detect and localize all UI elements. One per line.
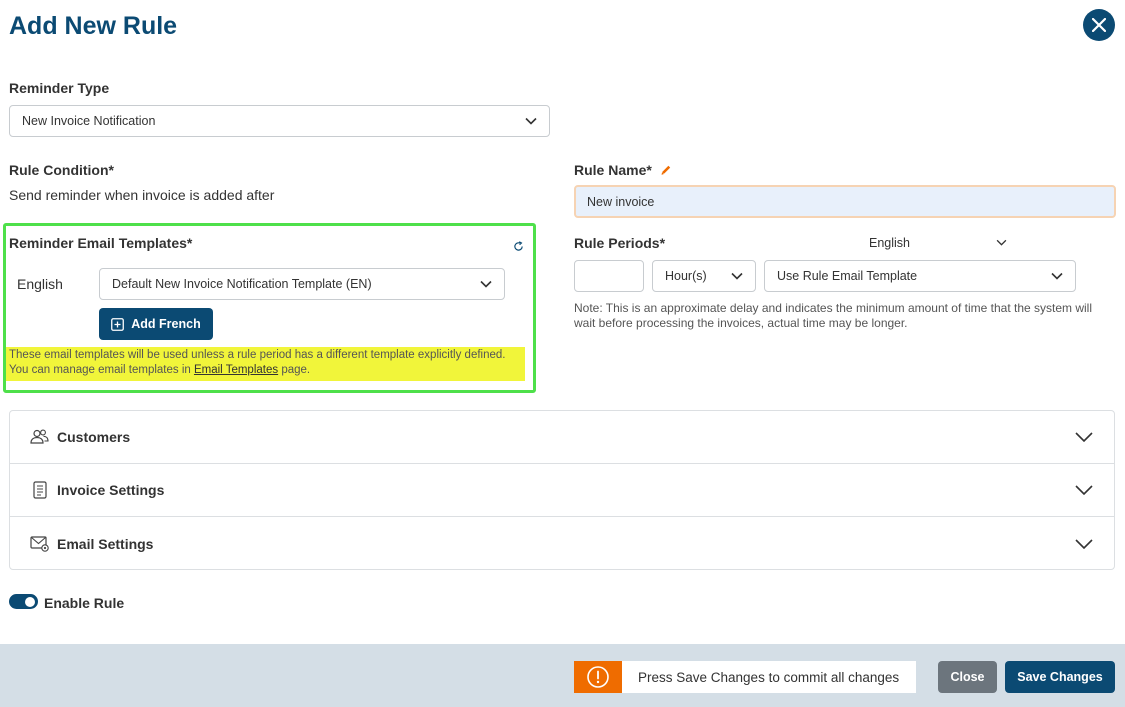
chevron-down-icon: [480, 280, 492, 288]
email-template-value: Default New Invoice Notification Templat…: [112, 277, 372, 291]
customers-icon: [30, 429, 49, 444]
unsaved-changes-text: Press Save Changes to commit all changes: [638, 669, 900, 685]
rule-periods-label: Rule Periods*: [574, 235, 666, 251]
rule-condition-label: Rule Condition*: [9, 162, 114, 178]
unsaved-changes-banner: Press Save Changes to commit all changes: [574, 661, 916, 693]
add-french-button[interactable]: Add French: [99, 308, 213, 340]
section-customers-label: Customers: [57, 429, 131, 445]
enable-rule-label: Enable Rule: [44, 595, 125, 611]
period-unit-select[interactable]: Hour(s): [652, 260, 756, 292]
period-unit-value: Hour(s): [665, 269, 707, 283]
settings-accordion: Customers Invoice Settings Email Setting…: [9, 410, 1115, 570]
close-icon: [1092, 18, 1106, 32]
section-invoice-settings-label: Invoice Settings: [57, 482, 165, 498]
toggle-knob: [25, 596, 35, 607]
period-language-select[interactable]: English: [869, 236, 1007, 250]
info-icon-box: [574, 661, 622, 693]
chevron-down-icon: [1075, 538, 1093, 549]
reminder-type-select[interactable]: New Invoice Notification: [9, 105, 550, 137]
period-template-value: Use Rule Email Template: [777, 269, 918, 283]
chevron-down-icon: [1051, 272, 1063, 280]
section-email-settings-label: Email Settings: [57, 535, 154, 552]
email-templates-link[interactable]: Email Templates: [194, 364, 278, 376]
rule-name-heading: Rule Name*: [574, 162, 672, 178]
add-french-label: Add French: [131, 317, 201, 331]
section-customers[interactable]: Customers: [10, 411, 1114, 464]
rule-name-value: New invoice: [587, 194, 655, 209]
period-amount-input[interactable]: [574, 260, 644, 292]
email-template-select[interactable]: Default New Invoice Notification Templat…: [99, 268, 505, 300]
period-note: Note: This is an approximate delay and i…: [574, 301, 1093, 330]
close-button[interactable]: Close: [938, 661, 997, 693]
chevron-down-icon: [996, 239, 1007, 246]
period-language-value: English: [869, 236, 910, 250]
templates-note: These email templates will be used unles…: [6, 347, 525, 381]
refresh-icon[interactable]: [513, 241, 524, 252]
dialog-title: Add New Rule: [9, 12, 178, 40]
section-email-settings[interactable]: Email Settings: [10, 517, 1114, 570]
chevron-down-icon: [1075, 485, 1093, 495]
chevron-down-icon: [731, 272, 743, 280]
chevron-down-icon: [1075, 432, 1093, 442]
save-changes-button[interactable]: Save Changes: [1005, 661, 1115, 693]
rule-name-label: Rule Name*: [574, 162, 652, 178]
close-dialog-button[interactable]: [1083, 9, 1115, 41]
template-language-label: English: [17, 276, 63, 292]
reminder-type-label: Reminder Type: [9, 80, 110, 96]
document-icon: [33, 481, 47, 499]
section-invoice-settings[interactable]: Invoice Settings: [10, 464, 1114, 517]
info-icon: [587, 666, 609, 688]
templates-note-suffix: page.: [278, 364, 311, 376]
period-template-select[interactable]: Use Rule Email Template: [764, 260, 1076, 292]
reminder-type-value: New Invoice Notification: [22, 114, 156, 128]
email-settings-icon: [30, 536, 49, 552]
templates-label: Reminder Email Templates*: [9, 235, 193, 251]
enable-rule-toggle[interactable]: [9, 594, 38, 609]
plus-square-icon: [111, 317, 125, 331]
rule-condition-text: Send reminder when invoice is added afte…: [9, 187, 275, 203]
chevron-down-icon: [525, 117, 537, 125]
pencil-icon[interactable]: [660, 164, 672, 176]
rule-name-input[interactable]: New invoice: [574, 185, 1116, 218]
